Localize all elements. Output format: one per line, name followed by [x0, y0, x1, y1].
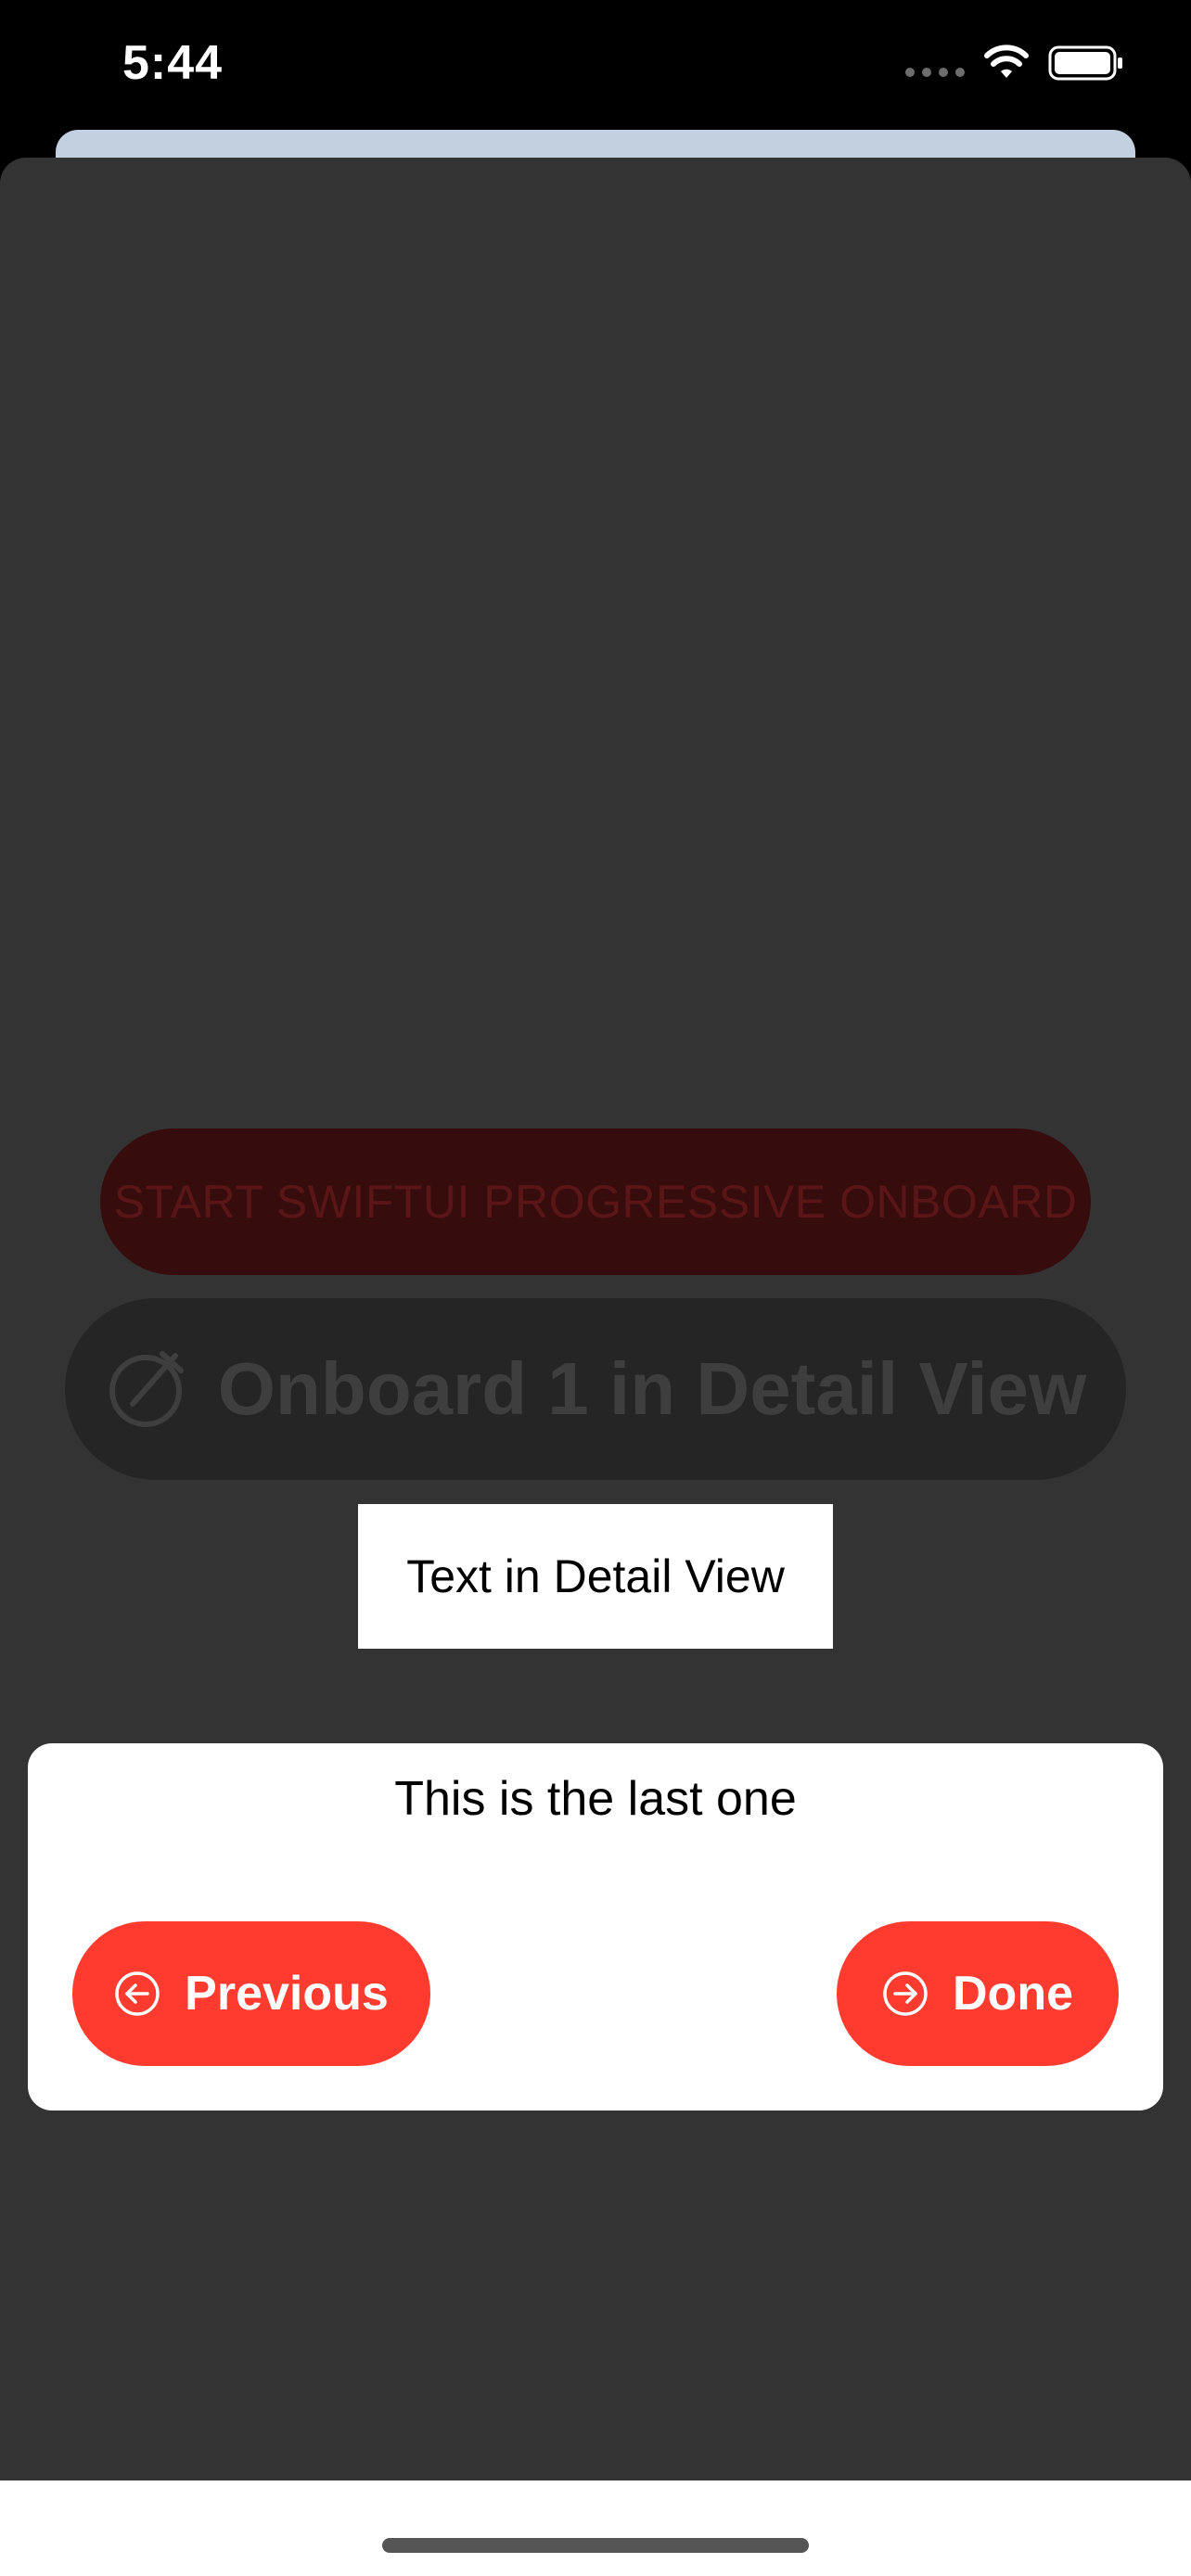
wifi-icon	[984, 45, 1029, 78]
previous-label: Previous	[185, 1967, 389, 2021]
home-indicator-area	[0, 2480, 1191, 2576]
done-label: Done	[953, 1967, 1073, 2021]
onboarding-tooltip: This is the last one Previous Done	[28, 1743, 1163, 2111]
done-button[interactable]: Done	[837, 1921, 1119, 2066]
home-indicator[interactable]	[382, 2538, 809, 2553]
signal-dots-icon	[905, 68, 965, 77]
status-bar: 5:44	[0, 0, 1191, 139]
arrow-right-circle-icon	[883, 1971, 928, 2016]
start-onboard-label: START SWIFTUI PROGRESSIVE ONBOARD	[113, 1176, 1078, 1228]
arrow-left-circle-icon	[115, 1971, 160, 2016]
onboard-detail-button[interactable]: Onboard 1 in Detail View	[65, 1298, 1126, 1480]
highlighted-detail-text: Text in Detail View	[358, 1504, 833, 1649]
start-onboard-button[interactable]: START SWIFTUI PROGRESSIVE ONBOARD	[100, 1129, 1091, 1275]
pencil-slash-circle-icon	[109, 1351, 184, 1427]
previous-button[interactable]: Previous	[72, 1921, 430, 2066]
detail-text: Text in Detail View	[406, 1550, 785, 1602]
tooltip-message: This is the last one	[394, 1772, 797, 1826]
status-time: 5:44	[122, 36, 224, 90]
app-screen: 5:44 START SWIFTUI PROGRESSIVE ONBOARD O…	[0, 0, 1191, 2576]
battery-icon	[1048, 45, 1122, 81]
status-icons	[905, 45, 1124, 82]
onboard-detail-label: Onboard 1 in Detail View	[217, 1347, 1087, 1430]
